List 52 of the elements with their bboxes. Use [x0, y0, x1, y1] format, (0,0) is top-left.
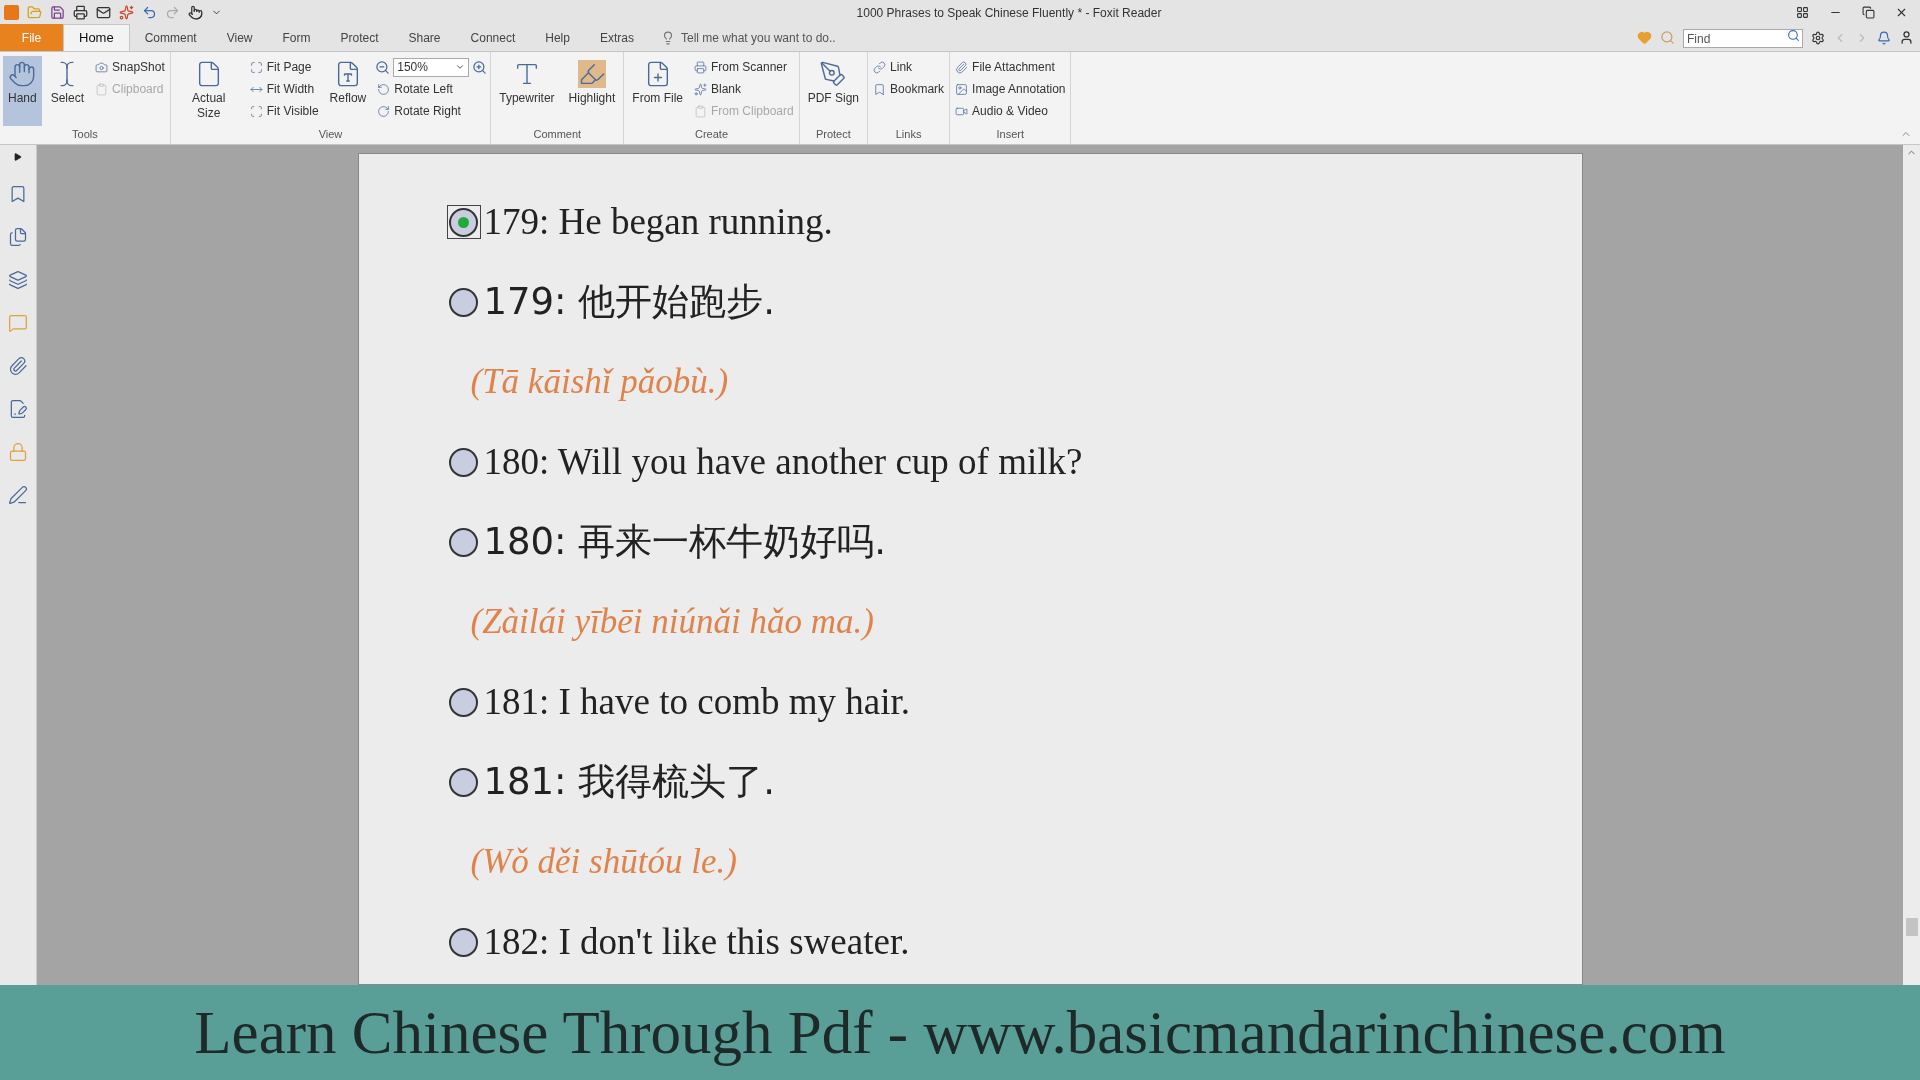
ribbon-button[interactable]: Select	[45, 56, 90, 126]
window-title: 1000 Phrases to Speak Chinese Fluently * - Foxit Reader	[856, 4, 1162, 22]
phrase-text: 179: 他开始跑步.	[483, 279, 776, 326]
find-field[interactable]: Find	[1683, 29, 1803, 48]
ribbon-button[interactable]: Reflow	[324, 56, 372, 126]
phrase-text: 179: He began running.	[483, 200, 833, 245]
pinyin-text: (Zàilái yībēi niúnǎi hǎo ma.)	[470, 600, 874, 643]
phrase-text: 180: Will you have another cup of milk?	[483, 440, 1083, 485]
group-label: Insert	[996, 127, 1025, 142]
zoom-combo[interactable]: 150%	[393, 57, 470, 77]
pinyin-text: (Wǒ děi shūtóu le.)	[470, 840, 737, 883]
ribbon-button[interactable]: From File	[627, 56, 688, 126]
ribbon-button[interactable]: Audio & Video	[953, 100, 1068, 122]
ribbon-button[interactable]: From Scanner	[692, 56, 796, 78]
phrase-text: 180: 再来一杯牛奶好吗.	[483, 519, 887, 566]
ribbon-button[interactable]: Fit Visible	[247, 100, 321, 122]
ribbon-button[interactable]: Fit Page	[247, 56, 321, 78]
tell-me-field[interactable]: Tell me what you want to do..	[680, 28, 921, 47]
ribbon-button[interactable]: Actual Size	[173, 56, 244, 126]
phrase-text: 181: 我得梳头了.	[483, 759, 776, 806]
ribbon-button[interactable]: Rotate Left	[375, 78, 488, 100]
phrase-text: 181: I have to comb my hair.	[483, 680, 910, 725]
ribbon-button[interactable]: Link	[871, 56, 947, 78]
group-label: Protect	[815, 127, 851, 142]
menu-tab[interactable]: Connect	[455, 24, 531, 51]
menu-tab[interactable]: Comment	[129, 24, 212, 51]
menu-tab[interactable]: Help	[530, 24, 585, 51]
ribbon-button[interactable]: Highlight	[563, 56, 621, 126]
banner-text: Learn Chinese Through Pdf - www.basicmandarinchinese.com	[194, 997, 1726, 1068]
menu-tab[interactable]: Form	[267, 24, 326, 51]
ribbon-button[interactable]: Bookmark	[871, 78, 947, 100]
ribbon-button[interactable]: SnapShot	[93, 56, 167, 78]
ribbon-button[interactable]: Typewriter	[494, 56, 560, 126]
group-label: Tools	[72, 127, 98, 142]
group-label: Links	[895, 127, 922, 142]
menu-tab[interactable]: Share	[393, 24, 456, 51]
ribbon-button[interactable]: Image Annotation	[953, 78, 1068, 100]
menu-tab[interactable]: View	[211, 24, 268, 51]
ribbon-button[interactable]: Blank	[692, 78, 796, 100]
ribbon-button[interactable]: PDF Sign	[802, 56, 865, 126]
ribbon-button[interactable]: Hand	[3, 56, 42, 126]
menu-tab[interactable]: Protect	[325, 24, 394, 51]
ribbon-button[interactable]: Rotate Right	[375, 100, 488, 122]
group-label: View	[318, 127, 343, 142]
ribbon-button[interactable]: Fit Width	[247, 78, 321, 100]
menu-tab[interactable]: Home	[63, 24, 130, 51]
group-label: Create	[695, 127, 728, 142]
group-label: Comment	[533, 127, 582, 142]
ribbon-button[interactable]: File Attachment	[953, 56, 1068, 78]
phrase-text: 182: I don't like this sweater.	[483, 920, 910, 965]
pinyin-text: (Tā kāishǐ pǎobù.)	[470, 360, 729, 403]
menu-tab[interactable]: Extras	[584, 24, 649, 51]
